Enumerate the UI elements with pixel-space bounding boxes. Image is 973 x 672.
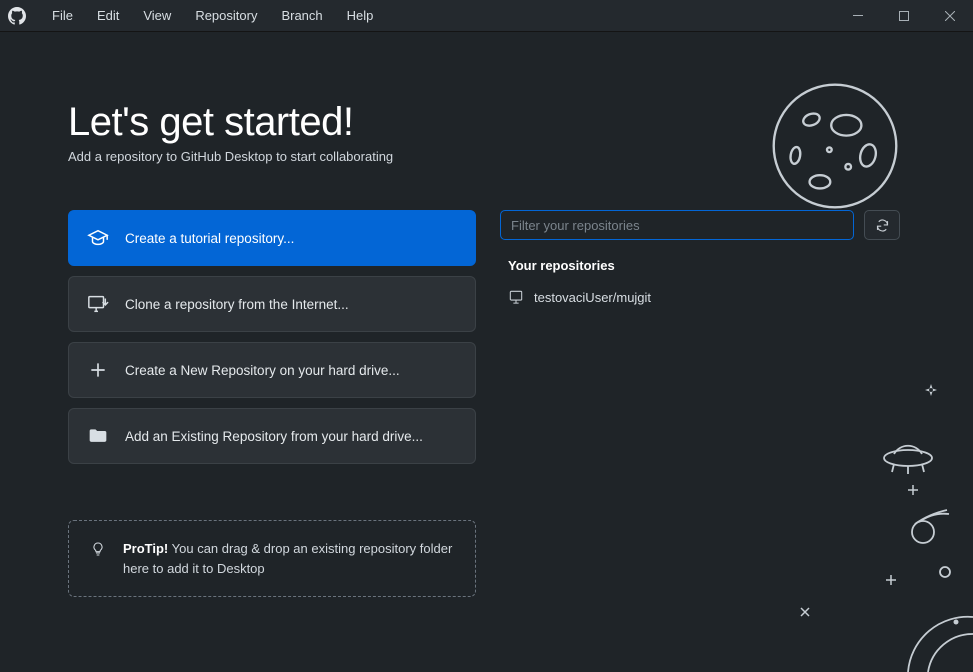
- lightbulb-icon: [89, 539, 107, 578]
- content-area: Let's get started! Add a repository to G…: [0, 32, 973, 672]
- mortarboard-icon: [87, 227, 109, 249]
- protip-box: ProTip! You can drag & drop an existing …: [68, 520, 476, 597]
- filter-repositories-input[interactable]: [500, 210, 854, 240]
- maximize-button[interactable]: [881, 0, 927, 32]
- moon-illustration: [769, 80, 901, 212]
- title-bar: File Edit View Repository Branch Help: [0, 0, 973, 32]
- button-label: Clone a repository from the Internet...: [125, 297, 349, 312]
- protip-label: ProTip!: [123, 541, 168, 556]
- minimize-button[interactable]: [835, 0, 881, 32]
- button-label: Create a New Repository on your hard dri…: [125, 363, 400, 378]
- repository-name: testovaciUser/mujgit: [534, 290, 651, 305]
- create-tutorial-button[interactable]: Create a tutorial repository...: [68, 210, 476, 266]
- menu-repository[interactable]: Repository: [183, 0, 269, 32]
- menu-branch[interactable]: Branch: [269, 0, 334, 32]
- sync-icon: [875, 218, 890, 233]
- refresh-button[interactable]: [864, 210, 900, 240]
- plus-icon: [87, 359, 109, 381]
- menu-help[interactable]: Help: [335, 0, 386, 32]
- menu-view[interactable]: View: [131, 0, 183, 32]
- github-logo-icon: [8, 7, 26, 25]
- actions-column: Create a tutorial repository... Clone a …: [68, 210, 476, 597]
- repositories-column: Your repositories testovaciUser/mujgit: [500, 210, 900, 597]
- menu-bar: File Edit View Repository Branch Help: [40, 0, 385, 32]
- button-label: Add an Existing Repository from your har…: [125, 429, 423, 444]
- desktop-download-icon: [87, 293, 109, 315]
- menu-file[interactable]: File: [40, 0, 85, 32]
- repo-icon: [508, 289, 524, 305]
- create-repo-button[interactable]: Create a New Repository on your hard dri…: [68, 342, 476, 398]
- clone-repo-button[interactable]: Clone a repository from the Internet...: [68, 276, 476, 332]
- repository-item[interactable]: testovaciUser/mujgit: [500, 283, 900, 311]
- add-existing-repo-button[interactable]: Add an Existing Repository from your har…: [68, 408, 476, 464]
- menu-edit[interactable]: Edit: [85, 0, 131, 32]
- folder-icon: [87, 425, 109, 447]
- your-repositories-header: Your repositories: [508, 258, 900, 273]
- button-label: Create a tutorial repository...: [125, 231, 294, 246]
- close-button[interactable]: [927, 0, 973, 32]
- protip-text: ProTip! You can drag & drop an existing …: [123, 539, 455, 578]
- window-controls: [835, 0, 973, 32]
